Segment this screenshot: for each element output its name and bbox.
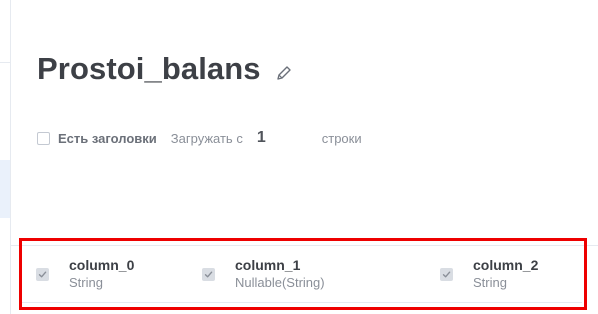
import-options-row: Есть заголовки Загружать с 1 строки	[37, 128, 362, 148]
rows-label: строки	[321, 130, 362, 146]
has-headers-label[interactable]: Есть заголовки	[58, 131, 157, 146]
main-panel: Prostoi_balans Есть заголовки Загружать …	[11, 0, 598, 314]
left-panel-divider	[0, 62, 10, 63]
load-from-row-input[interactable]: 1	[257, 129, 266, 147]
has-headers-checkbox[interactable]	[37, 131, 50, 145]
load-from-label: Загружать с	[170, 130, 243, 146]
columns-highlight-box	[19, 238, 587, 310]
left-panel-edge	[0, 0, 11, 314]
pencil-icon[interactable]	[275, 64, 293, 82]
left-panel-selected-item[interactable]	[0, 160, 10, 218]
title-row: Prostoi_balans	[37, 50, 293, 88]
page-title: Prostoi_balans	[37, 51, 261, 86]
